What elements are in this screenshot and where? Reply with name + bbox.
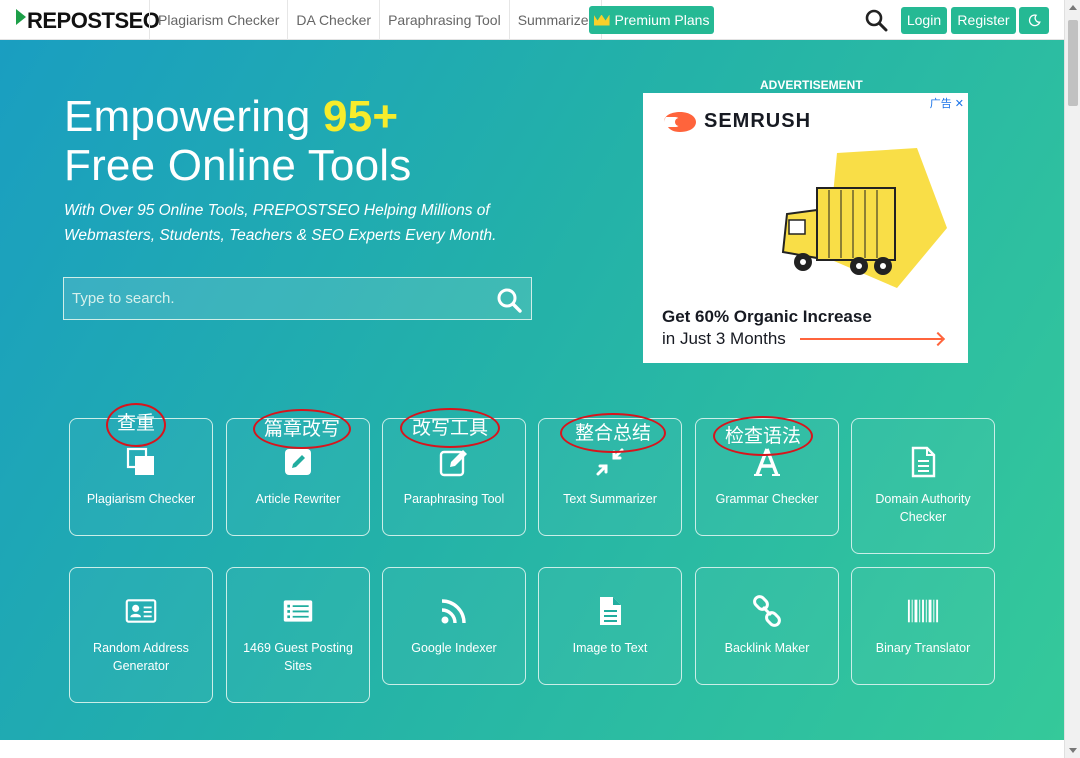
tool-card-label: Plagiarism Checker xyxy=(86,492,196,506)
tool-card-label: Google Indexer xyxy=(411,641,497,655)
semrush-brand-text: SEMRUSH xyxy=(704,110,812,132)
annotation-grammar: 检查语法 xyxy=(713,416,813,456)
tool-card-label: 1469 Guest Posting Sites xyxy=(243,641,353,673)
list-icon xyxy=(283,600,313,622)
link-icon xyxy=(753,595,781,627)
tool-card-binary-translator[interactable]: Binary Translator xyxy=(851,567,995,685)
headline-highlight: 95+ xyxy=(323,92,399,141)
scrollbar-thumb[interactable] xyxy=(1068,20,1078,106)
ad-close-button[interactable]: 广告 ✕ xyxy=(930,95,964,111)
tool-card-label: Paraphrasing Tool xyxy=(403,492,505,506)
tool-card-label: Image to Text xyxy=(572,641,648,655)
tool-card-domain-authority-checker[interactable]: Domain Authority Checker xyxy=(851,418,995,554)
ad-headline: Get 60% Organic Increase xyxy=(662,307,872,326)
register-button[interactable]: Register xyxy=(951,7,1016,34)
tool-card-label: Backlink Maker xyxy=(724,641,810,655)
premium-plans-label: Premium Plans xyxy=(614,12,710,28)
semrush-logo-icon xyxy=(664,111,696,132)
ad-subline: in Just 3 Months xyxy=(662,329,786,348)
tool-card-guest-posting-sites[interactable]: 1469 Guest Posting Sites xyxy=(226,567,370,703)
hero-section: Empowering 95+ Free Online Tools With Ov… xyxy=(0,40,1064,740)
headline-part1: Empowering xyxy=(64,92,311,141)
nav-link-da-checker[interactable]: DA Checker xyxy=(287,0,379,40)
tool-search-input[interactable] xyxy=(64,278,484,319)
tool-search-box xyxy=(63,277,532,320)
file-text-icon xyxy=(911,446,936,478)
nav-link-paraphrasing-tool[interactable]: Paraphrasing Tool xyxy=(379,0,509,40)
file-lines-icon xyxy=(600,597,621,625)
edit-icon xyxy=(285,449,311,475)
pen-square-icon xyxy=(439,450,467,477)
dark-mode-toggle[interactable] xyxy=(1019,7,1049,34)
barcode-icon xyxy=(907,599,939,623)
search-icon[interactable] xyxy=(496,287,522,313)
hero-subline: With Over 95 Online Tools, PREPOSTSEO He… xyxy=(64,202,497,244)
top-navbar: REPOSTSEO Plagiarism Checker DA Checker … xyxy=(0,0,1064,40)
rss-icon xyxy=(441,599,466,624)
scroll-up-icon[interactable] xyxy=(1069,5,1077,10)
copy-icon xyxy=(126,447,154,475)
tool-card-random-address-generator[interactable]: Random Address Generator xyxy=(69,567,213,703)
semrush-brand: SEMRUSH xyxy=(662,110,811,133)
logo-text: REPOSTSEO xyxy=(27,8,160,33)
annotation-plagiarism: 查重 xyxy=(106,403,166,447)
search-icon[interactable] xyxy=(864,8,888,32)
page-scrollbar[interactable] xyxy=(1064,0,1080,758)
logo-mark-icon xyxy=(16,9,26,25)
scroll-down-icon[interactable] xyxy=(1069,748,1077,753)
annotation-summarize: 整合总结 xyxy=(560,413,666,453)
tool-card-label: Binary Translator xyxy=(875,641,971,655)
tool-card-label: Random Address Generator xyxy=(93,641,189,673)
login-button[interactable]: Login xyxy=(901,7,947,34)
tool-card-label: Domain Authority Checker xyxy=(875,492,971,524)
site-logo[interactable]: REPOSTSEO xyxy=(16,7,160,35)
arrow-right-icon xyxy=(800,338,942,340)
annotation-paraphrase: 改写工具 xyxy=(400,408,500,448)
nav-link-plagiarism-checker[interactable]: Plagiarism Checker xyxy=(149,0,287,40)
crown-icon xyxy=(593,14,610,26)
advertisement-banner[interactable]: 广告 ✕ SEMRUSH Get 60% Organic Increase in… xyxy=(643,93,968,363)
tool-card-label: Text Summarizer xyxy=(563,492,657,506)
tool-card-google-indexer[interactable]: Google Indexer xyxy=(382,567,526,685)
hero-headline: Empowering 95+ Free Online Tools xyxy=(64,92,411,190)
moon-icon xyxy=(1028,14,1041,27)
advertisement-label: ADVERTISEMENT xyxy=(760,78,863,92)
nav-links: Plagiarism Checker DA Checker Paraphrasi… xyxy=(149,0,603,40)
premium-plans-button[interactable]: Premium Plans xyxy=(589,6,714,34)
id-card-icon xyxy=(125,599,157,623)
tool-card-image-to-text[interactable]: Image to Text xyxy=(538,567,682,685)
tool-card-label: Article Rewriter xyxy=(255,492,341,506)
headline-part2: Free Online Tools xyxy=(64,141,412,190)
annotation-article-rewrite: 篇章改写 xyxy=(253,409,351,449)
tool-card-label: Grammar Checker xyxy=(715,492,819,506)
tool-card-backlink-maker[interactable]: Backlink Maker xyxy=(695,567,839,685)
truck-illustration-icon xyxy=(781,148,947,288)
